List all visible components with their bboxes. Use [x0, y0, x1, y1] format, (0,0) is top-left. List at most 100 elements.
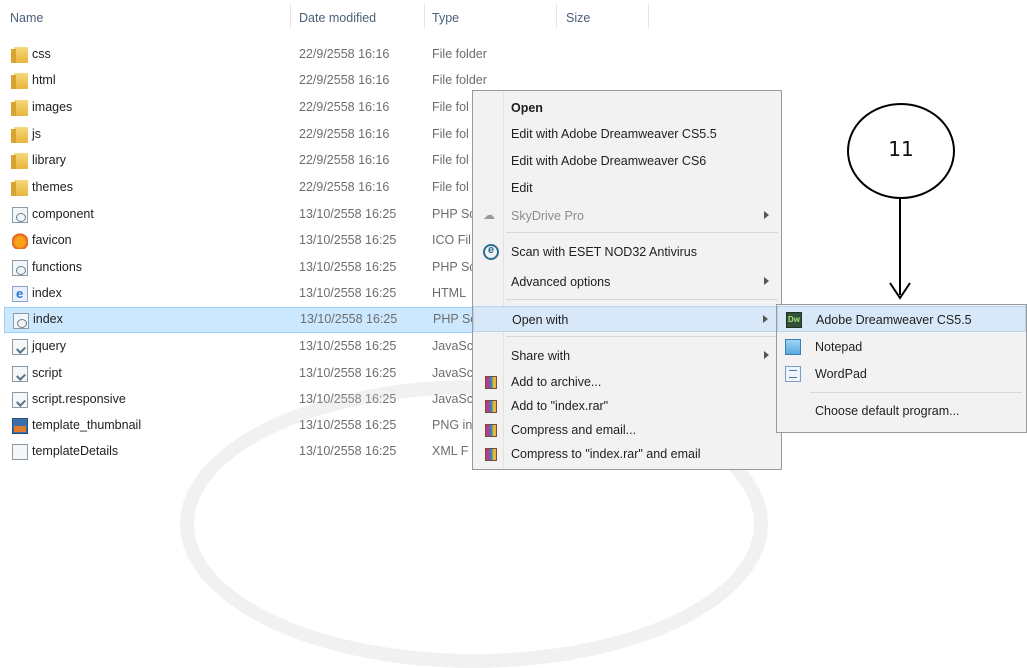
folder-icon [11, 153, 28, 169]
column-divider[interactable] [424, 4, 425, 28]
file-name: index [32, 286, 62, 300]
file-name: jquery [32, 339, 67, 353]
file-date: 22/9/2558 16:16 [299, 127, 390, 141]
menu-item-open-with[interactable]: Open with [473, 306, 781, 332]
column-name[interactable]: Name [10, 11, 43, 25]
file-date: 22/9/2558 16:16 [299, 153, 390, 167]
cloud-icon: ☁ [483, 208, 495, 222]
file-row[interactable]: component 13/10/2558 16:25 PHP Sc [4, 202, 486, 228]
menu-item-skydrive-pro[interactable]: ☁ SkyDrive Pro [473, 203, 781, 229]
submenu-arrow-icon [763, 315, 768, 323]
file-type: HTML [432, 286, 467, 300]
file-type: PHP Sc [433, 312, 477, 326]
file-date: 13/10/2558 16:25 [299, 339, 397, 353]
file-name: script.responsive [32, 392, 126, 406]
file-name: component [32, 207, 94, 221]
file-date: 13/10/2558 16:25 [299, 233, 397, 247]
submenu-arrow-icon [764, 277, 769, 285]
menu-separator [506, 232, 778, 233]
winrar-icon [485, 424, 497, 437]
menu-item-advanced-options[interactable]: Advanced options [473, 269, 781, 295]
menu-item-add-to-archive[interactable]: Add to archive... [473, 369, 781, 395]
file-row[interactable]: favicon 13/10/2558 16:25 ICO Fil [4, 228, 486, 254]
file-date: 22/9/2558 16:16 [299, 47, 390, 61]
submenu-arrow-icon [764, 351, 769, 359]
file-date: 13/10/2558 16:25 [299, 207, 397, 221]
file-name: favicon [32, 233, 72, 247]
file-row[interactable]: images 22/9/2558 16:16 File fol [4, 95, 486, 121]
html-file-icon [12, 286, 28, 302]
menu-separator [810, 392, 1022, 393]
column-divider[interactable] [648, 4, 649, 28]
file-name: functions [32, 260, 83, 274]
winrar-icon [485, 400, 497, 413]
php-file-icon [12, 207, 28, 223]
file-name: templateDetails [32, 444, 119, 458]
file-row[interactable]: themes 22/9/2558 16:16 File fol [4, 175, 486, 201]
menu-item-edit[interactable]: Edit [473, 175, 781, 201]
xml-file-icon [12, 444, 28, 460]
file-date: 22/9/2558 16:16 [299, 100, 390, 114]
file-date: 13/10/2558 16:25 [299, 286, 397, 300]
submenu-item-notepad[interactable]: Notepad [777, 334, 1026, 360]
notepad-icon [785, 339, 801, 355]
file-row[interactable]: library 22/9/2558 16:16 File fol [4, 148, 486, 174]
file-type: File folder [432, 47, 487, 61]
menu-item-compress-and-email[interactable]: Compress and email... [473, 417, 781, 443]
column-divider[interactable] [290, 4, 291, 28]
ico-file-icon [12, 233, 28, 249]
file-row-selected[interactable]: index 13/10/2558 16:25 PHP Sc [4, 307, 490, 333]
column-divider[interactable] [556, 4, 557, 28]
file-row[interactable]: js 22/9/2558 16:16 File fol [4, 122, 486, 148]
wordpad-icon [785, 366, 801, 382]
folder-icon [11, 47, 28, 63]
file-row[interactable]: jquery 13/10/2558 16:25 JavaSc [4, 334, 486, 360]
menu-item-add-to-rar[interactable]: Add to "index.rar" [473, 393, 781, 419]
file-date: 13/10/2558 16:25 [299, 366, 397, 380]
folder-icon [11, 180, 28, 196]
file-type: JavaSc [432, 339, 473, 353]
php-file-icon [13, 313, 29, 329]
file-type: File fol [432, 127, 469, 141]
submenu-item-choose-default[interactable]: Choose default program... [777, 398, 1026, 424]
step-callout: 11 [847, 103, 955, 199]
file-type: JavaSc [432, 366, 473, 380]
file-name: images [32, 100, 73, 114]
file-date: 13/10/2558 16:25 [299, 260, 397, 274]
dreamweaver-icon [786, 312, 802, 328]
file-type: PHP Sc [432, 260, 476, 274]
file-name: index [33, 312, 63, 326]
php-file-icon [12, 260, 28, 276]
file-row[interactable]: index 13/10/2558 16:25 HTML [4, 281, 486, 307]
folder-icon [11, 127, 28, 143]
menu-item-edit-dreamweaver-cs55[interactable]: Edit with Adobe Dreamweaver CS5.5 [473, 121, 781, 147]
file-type: File folder [432, 73, 487, 87]
menu-item-eset-scan[interactable]: Scan with ESET NOD32 Antivirus [473, 239, 781, 265]
file-name: css [32, 47, 51, 61]
menu-item-compress-rar-email[interactable]: Compress to "index.rar" and email [473, 441, 781, 467]
submenu-item-wordpad[interactable]: WordPad [777, 361, 1026, 387]
menu-item-edit-dreamweaver-cs6[interactable]: Edit with Adobe Dreamweaver CS6 [473, 148, 781, 174]
eset-icon [483, 244, 499, 260]
column-date-modified[interactable]: Date modified [299, 11, 376, 25]
file-row[interactable]: functions 13/10/2558 16:25 PHP Sc [4, 255, 486, 281]
file-date: 22/9/2558 16:16 [299, 180, 390, 194]
column-type[interactable]: Type [432, 11, 459, 25]
submenu-arrow-icon [764, 211, 769, 219]
file-row[interactable]: css 22/9/2558 16:16 File folder [4, 42, 487, 68]
menu-item-share-with[interactable]: Share with [473, 343, 781, 369]
js-file-icon [12, 339, 28, 355]
menu-separator [506, 336, 778, 337]
file-date: 13/10/2558 16:25 [300, 312, 398, 326]
submenu-item-dreamweaver[interactable]: Adobe Dreamweaver CS5.5 [777, 306, 1026, 332]
file-name: themes [32, 180, 73, 194]
menu-item-open[interactable]: Open [473, 95, 781, 121]
file-type: File fol [432, 180, 469, 194]
winrar-icon [485, 376, 497, 389]
js-file-icon [12, 392, 28, 408]
file-type: ICO Fil [432, 233, 471, 247]
file-row[interactable]: html 22/9/2558 16:16 File folder [4, 68, 487, 94]
column-size[interactable]: Size [566, 11, 590, 25]
step-number: 11 [888, 137, 914, 161]
context-menu: Open Edit with Adobe Dreamweaver CS5.5 E… [472, 90, 782, 470]
